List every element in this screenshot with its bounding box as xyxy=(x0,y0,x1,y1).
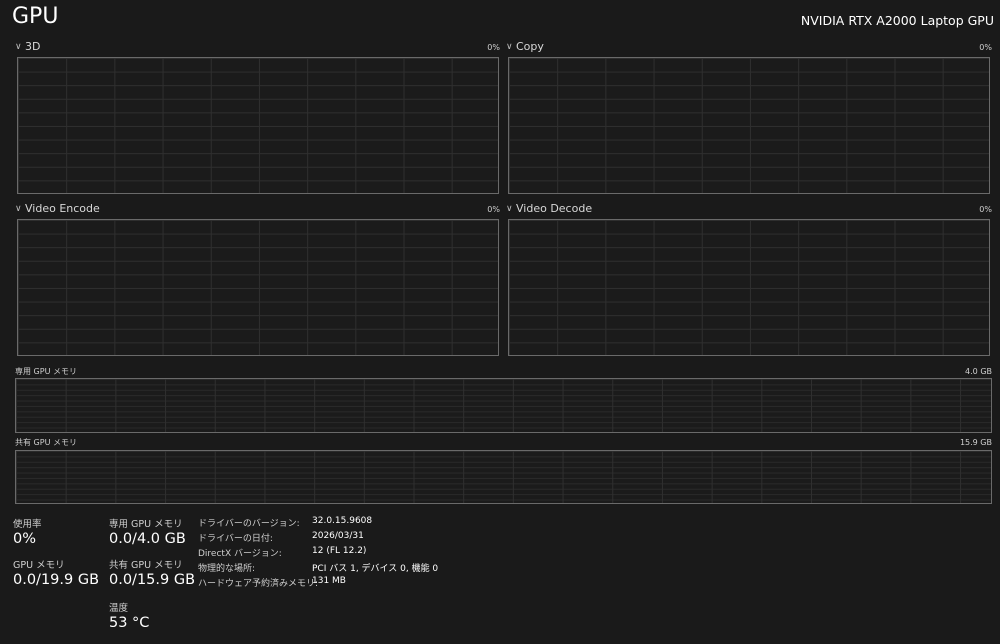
engine-graph-3d xyxy=(17,57,499,194)
gpu-performance-panel: GPU NVIDIA RTX A2000 Laptop GPU ∨ 3D 0% … xyxy=(0,0,1000,644)
utilization-label: 使用率 xyxy=(13,519,42,530)
temperature-value: 53 °C xyxy=(109,615,150,631)
dedicated-memory-graph-label: 専用 GPU メモリ xyxy=(15,367,77,376)
driver-version-value: 32.0.15.9608 xyxy=(312,516,373,526)
engine-percent: 0% xyxy=(487,205,500,214)
shared-memory-label: 共有 GPU メモリ xyxy=(109,560,183,571)
driver-date-value: 2026/03/31 xyxy=(312,531,364,541)
engine-selector-video-encode[interactable]: ∨ Video Encode xyxy=(15,202,100,215)
gpu-memory-value: 0.0/19.9 GB xyxy=(13,572,100,588)
engine-name: Copy xyxy=(516,40,544,53)
dedicated-memory-value: 0.0/4.0 GB xyxy=(109,531,186,547)
engine-graph-video-decode xyxy=(508,219,990,356)
shared-memory-value: 0.0/15.9 GB xyxy=(109,572,196,588)
engine-selector-video-decode[interactable]: ∨ Video Decode xyxy=(506,202,592,215)
engine-name: Video Encode xyxy=(25,202,100,215)
engine-percent: 0% xyxy=(487,43,500,52)
shared-memory-graph xyxy=(15,450,992,504)
engine-percent: 0% xyxy=(979,205,992,214)
engine-percent: 0% xyxy=(979,43,992,52)
reserved-memory-value: 131 MB xyxy=(312,576,346,586)
chevron-down-icon: ∨ xyxy=(506,41,513,52)
physical-location-value: PCI バス 1, デバイス 0, 機能 0 xyxy=(312,564,439,574)
physical-location-key: 物理的な場所: xyxy=(198,564,256,574)
reserved-memory-key: ハードウェア予約済みメモリ: xyxy=(198,579,319,589)
gpu-device-name: NVIDIA RTX A2000 Laptop GPU xyxy=(800,13,994,28)
driver-date-key: ドライバーの日付: xyxy=(198,534,273,544)
shared-memory-graph-label: 共有 GPU メモリ xyxy=(15,438,77,447)
chevron-down-icon: ∨ xyxy=(15,203,22,214)
engine-name: Video Decode xyxy=(516,202,593,215)
dedicated-memory-label: 専用 GPU メモリ xyxy=(109,519,183,530)
temperature-label: 温度 xyxy=(109,603,129,614)
driver-version-key: ドライバーのバージョン: xyxy=(198,519,300,529)
shared-memory-graph-max: 15.9 GB xyxy=(959,438,992,447)
directx-version-key: DirectX バージョン: xyxy=(198,549,282,559)
engine-graph-copy xyxy=(508,57,990,194)
dedicated-memory-graph xyxy=(15,378,992,433)
gpu-memory-label: GPU メモリ xyxy=(13,560,65,571)
engine-selector-3d[interactable]: ∨ 3D xyxy=(15,40,40,53)
page-title: GPU xyxy=(12,4,59,29)
utilization-value: 0% xyxy=(13,531,37,547)
chevron-down-icon: ∨ xyxy=(506,203,513,214)
chevron-down-icon: ∨ xyxy=(15,41,22,52)
engine-name: 3D xyxy=(25,40,41,53)
engine-graph-video-encode xyxy=(17,219,499,356)
dedicated-memory-graph-max: 4.0 GB xyxy=(965,367,992,376)
engine-selector-copy[interactable]: ∨ Copy xyxy=(506,40,544,53)
directx-version-value: 12 (FL 12.2) xyxy=(312,546,367,556)
